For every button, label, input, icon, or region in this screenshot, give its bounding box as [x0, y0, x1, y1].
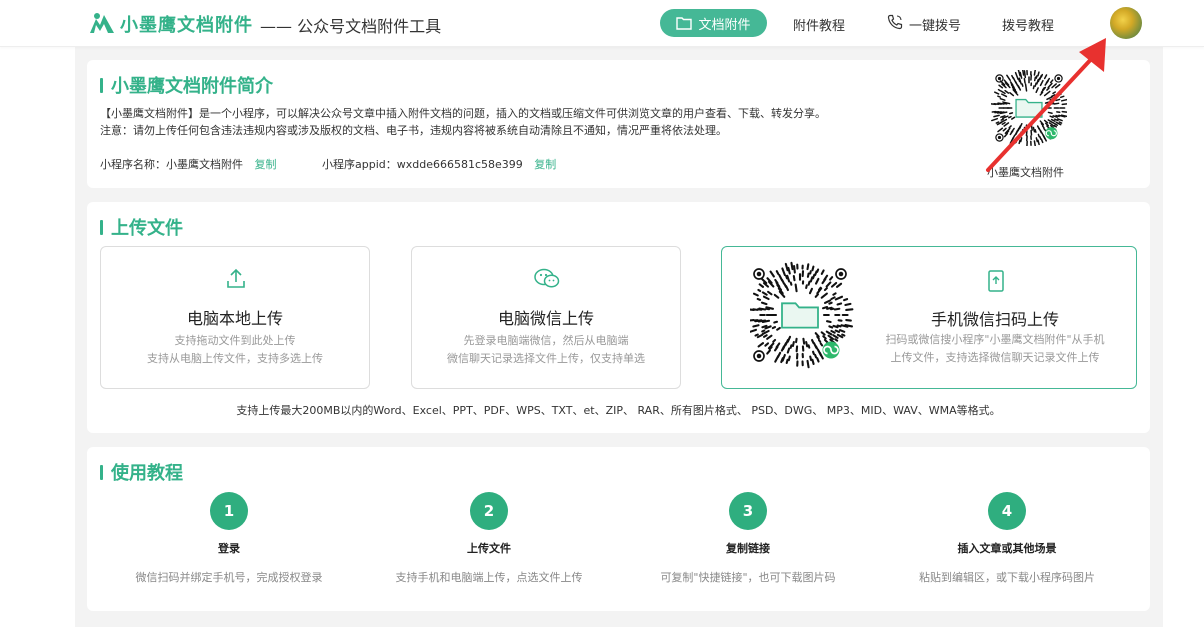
step-description: 可复制"快捷链接"，也可下载图片码: [660, 571, 836, 584]
copy-name-link[interactable]: 复制: [255, 158, 277, 171]
upload-section-title: 上传文件: [100, 214, 183, 240]
intro-card: 小墨鹰文档附件简介 【小墨鹰文档附件】是一个小程序，可以解决公众号文章中插入附件…: [87, 60, 1150, 188]
local-upload-desc-2: 支持从电脑上传文件，支持多选上传: [147, 352, 323, 365]
step-title: 插入文章或其他场景: [957, 542, 1057, 555]
tutorial-step-3: 3 复制链接 可复制"快捷链接"，也可下载图片码: [618, 492, 878, 585]
tutorial-title-text: 使用教程: [111, 463, 183, 484]
title-bar: [100, 464, 103, 480]
local-upload-desc-1: 支持拖动文件到此处上传: [174, 334, 296, 347]
tutorial-step-1: 1 登录 微信扫码并绑定手机号，完成授权登录: [99, 492, 359, 585]
wechat-pc-upload-title: 电脑微信上传: [497, 309, 594, 328]
nav-tab-label: 文档附件: [698, 17, 751, 33]
phone-icon: [887, 14, 903, 30]
step-description: 粘贴到编辑区，或下载小程序码图片: [919, 571, 1095, 584]
title-bar: [100, 77, 103, 93]
tutorial-section-title: 使用教程: [100, 459, 183, 485]
mobile-scan-upload-title: 手机微信扫码上传: [930, 310, 1059, 329]
folder-icon: [676, 17, 693, 30]
mobile-scan-upload-desc-2: 上传文件，支持选择微信聊天记录文件上传: [890, 351, 1100, 364]
wechat-pc-upload-desc-2: 微信聊天记录选择文件上传，仅支持单选: [447, 352, 645, 365]
nav-tab-attachment-tutorial[interactable]: 附件教程: [793, 15, 845, 34]
wechat-pc-upload-desc-1: 先登录电脑端微信，然后从电脑端: [463, 334, 629, 347]
step-number: 4: [988, 492, 1026, 530]
top-header: 小墨鹰文档附件 —— 公众号文档附件工具 文档附件 附件教程 一键拨号 拨号教程: [0, 0, 1204, 47]
mini-program-info-row: 小程序名称：小墨鹰文档附件 复制 小程序appid：wxdde666581c58…: [100, 156, 556, 172]
step-description: 微信扫码并绑定手机号，完成授权登录: [135, 571, 323, 584]
wechat-icon: [534, 268, 560, 288]
brand-name[interactable]: 小墨鹰文档附件: [120, 11, 253, 37]
upload-card: 上传文件 电脑本地上传 支持拖动文件到此处上传 支持从电脑上传文件，支持多选上传…: [87, 202, 1150, 433]
step-number: 2: [470, 492, 508, 530]
tutorial-step-2: 2 上传文件 支持手机和电脑端上传，点选文件上传: [359, 492, 619, 585]
intro-section-title: 小墨鹰文档附件简介: [100, 72, 273, 98]
step-number: 3: [729, 492, 767, 530]
eagle-logo-icon[interactable]: [88, 11, 116, 35]
step-title: 登录: [218, 542, 240, 555]
user-avatar[interactable]: [1110, 7, 1142, 39]
upload-qr-code: [750, 261, 854, 369]
local-upload-box[interactable]: 电脑本地上传 支持拖动文件到此处上传 支持从电脑上传文件，支持多选上传: [100, 246, 370, 389]
copy-appid-link[interactable]: 复制: [534, 158, 556, 171]
nav-tab-one-click-dial[interactable]: 一键拨号: [909, 15, 961, 34]
qr-code-label: 小墨鹰文档附件: [987, 166, 1064, 179]
local-upload-title: 电脑本地上传: [186, 309, 283, 328]
tutorial-step-4: 4 插入文章或其他场景 粘贴到编辑区，或下载小程序码图片: [877, 492, 1137, 585]
intro-description: 【小墨鹰文档附件】是一个小程序，可以解决公众号文章中插入附件文档的问题，插入的文…: [100, 107, 826, 120]
mini-program-appid: 小程序appid：wxdde666581c58e399: [322, 158, 523, 171]
wechat-pc-upload-box[interactable]: 电脑微信上传 先登录电脑端微信，然后从电脑端 微信聊天记录选择文件上传，仅支持单…: [411, 246, 681, 389]
step-title: 复制链接: [726, 542, 770, 555]
mobile-scan-upload-desc-1: 扫码或微信搜小程序"小墨鹰文档附件"从手机: [885, 333, 1105, 346]
intro-title-text: 小墨鹰文档附件简介: [111, 76, 273, 97]
intro-notice: 注意：请勿上传任何包含违法违规内容或涉及版权的文档、电子书，违规内容将被系统自动…: [100, 124, 727, 137]
mobile-scan-upload-box[interactable]: 手机微信扫码上传 扫码或微信搜小程序"小墨鹰文档附件"从手机 上传文件，支持选择…: [721, 246, 1137, 389]
upload-title-text: 上传文件: [111, 218, 183, 239]
mini-program-name: 小程序名称：小墨鹰文档附件: [100, 158, 243, 171]
step-title: 上传文件: [467, 542, 511, 555]
step-number: 1: [210, 492, 248, 530]
mini-program-qr-code: [991, 70, 1067, 146]
upload-icon: [227, 268, 245, 288]
title-bar: [100, 219, 103, 235]
nav-tab-dial-tutorial[interactable]: 拨号教程: [1002, 15, 1054, 34]
nav-tab-doc-attachment[interactable]: 文档附件: [660, 9, 767, 37]
step-description: 支持手机和电脑端上传，点选文件上传: [395, 571, 583, 584]
tutorial-card: 使用教程 1 登录 微信扫码并绑定手机号，完成授权登录 2 上传文件 支持手机和…: [87, 447, 1150, 611]
supported-formats: 支持上传最大200MB以内的Word、Excel、PPT、PDF、WPS、TXT…: [236, 404, 1001, 417]
brand-subtitle: —— 公众号文档附件工具: [260, 17, 442, 36]
mobile-icon: [988, 270, 1004, 292]
